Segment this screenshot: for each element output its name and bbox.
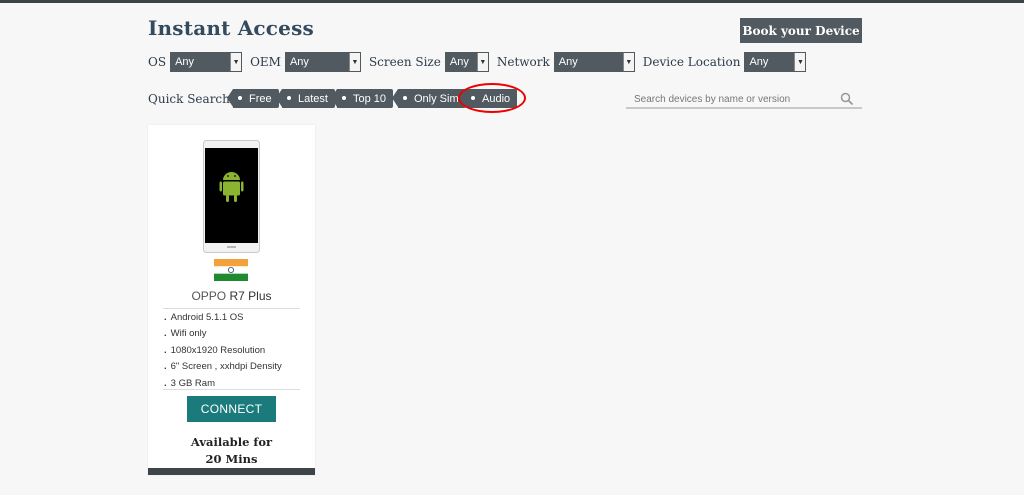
tag-top-10[interactable]: Top 10 [330, 89, 394, 108]
filter-label-oem: OEM [250, 55, 281, 69]
screen-size-select[interactable]: Any ▼ [444, 52, 489, 72]
device-name: OPPO R7 Plus [148, 289, 315, 303]
device-location-select-value: Any [749, 56, 769, 68]
connect-button[interactable]: CONNECT [187, 396, 276, 422]
book-device-button[interactable]: Book your Device [740, 18, 862, 43]
filter-label-os: OS [148, 55, 167, 69]
chevron-down-icon: ▼ [348, 53, 360, 71]
search-input[interactable] [626, 89, 841, 110]
chevron-down-icon: ▼ [230, 53, 242, 71]
device-brand: OPPO [191, 289, 227, 303]
spec-item: . Wifi only [164, 328, 207, 340]
os-select-value: Any [175, 56, 195, 68]
filter-bar: OS Any ▼ OEM Any ▼ Screen Size Any ▼ Net… [148, 51, 814, 73]
chevron-down-icon: ▼ [794, 53, 806, 71]
device-search [626, 89, 862, 110]
india-flag-icon [214, 259, 248, 281]
tag-audio[interactable]: Audio [459, 89, 518, 108]
availability-line-2: 20 Mins [205, 452, 258, 466]
divider [163, 389, 300, 390]
divider [163, 308, 300, 309]
filter-label-screen-size: Screen Size [368, 55, 441, 69]
spec-item: . 6" Screen , xxhdpi Density [164, 361, 282, 373]
card-footer-bar [148, 468, 315, 475]
oem-select-value: Any [289, 56, 309, 68]
spec-item: . Android 5.1.1 OS [164, 312, 244, 323]
tag-latest[interactable]: Latest [276, 89, 335, 108]
device-location-select[interactable]: Any ▼ [744, 52, 807, 72]
top-bar [0, 0, 1024, 3]
network-select-value: Any [558, 56, 578, 68]
os-select[interactable]: Any ▼ [170, 52, 243, 72]
search-icon[interactable] [840, 92, 854, 106]
spec-item: . 1080x1920 Resolution [164, 344, 266, 356]
device-specs: . Android 5.1.1 OS . Wifi only . 1080x1920 … [164, 310, 282, 392]
chevron-down-icon: ▼ [476, 53, 488, 71]
network-select[interactable]: Any ▼ [553, 52, 635, 72]
page-title: Instant Access [148, 16, 315, 40]
availability-text: Available for 20 Mins [148, 434, 315, 468]
filter-label-device-location: Device Location [642, 55, 741, 69]
device-phone-image [203, 140, 260, 253]
device-card: OPPO R7 Plus . Android 5.1.1 OS . Wifi onl… [148, 125, 315, 475]
quick-search-label: Quick Search [148, 92, 230, 106]
screen-size-select-value: Any [449, 56, 469, 68]
filter-label-network: Network [496, 55, 550, 69]
device-model: R7 Plus [229, 289, 272, 303]
chevron-down-icon: ▼ [622, 53, 634, 71]
tag-free[interactable]: Free [227, 89, 279, 108]
oem-select[interactable]: Any ▼ [284, 52, 361, 72]
tag-only-sim[interactable]: Only Sim [392, 89, 466, 108]
availability-line-1: Available for [190, 435, 273, 449]
